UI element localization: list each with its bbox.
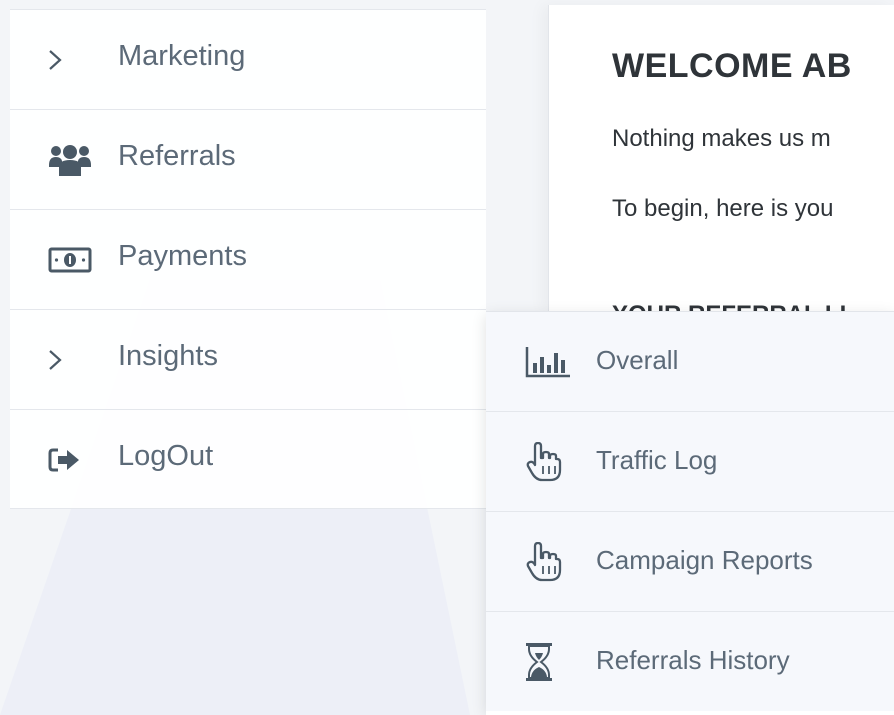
sidebar-item-referrals[interactable]: Referrals	[10, 109, 486, 209]
hourglass-icon	[524, 642, 574, 682]
intro-text-2: To begin, here is you	[612, 195, 834, 222]
sidebar-item-insights[interactable]: Insights	[10, 309, 486, 409]
chevron-right-icon	[48, 44, 92, 76]
chevron-right-icon	[48, 344, 92, 376]
submenu-item-label: Traffic Log	[596, 445, 718, 475]
bar-chart-icon	[524, 342, 574, 382]
referral-link-heading: YOUR REFERRAL LI	[612, 301, 846, 311]
intro-text: Nothing makes us m	[612, 125, 831, 152]
submenu-item-label: Overall	[596, 345, 679, 375]
users-icon	[48, 144, 92, 176]
main-content: WELCOME AB Nothing makes us m To begin, …	[548, 5, 894, 311]
submenu-item-overall[interactable]: Overall	[486, 312, 894, 412]
sign-out-icon	[48, 444, 92, 476]
page-title: WELCOME AB	[612, 47, 852, 85]
sidebar-item-label: LogOut	[118, 440, 214, 472]
pointer-hand-icon	[524, 542, 574, 582]
sidebar-item-label: Referrals	[118, 140, 236, 172]
sidebar: Marketing Referrals Payments Insights Lo…	[10, 9, 486, 510]
submenu-item-label: Campaign Reports	[596, 545, 813, 575]
insights-submenu: Overall Traffic Log Campaign Reports Ref…	[486, 311, 894, 712]
sidebar-item-label: Payments	[118, 240, 247, 272]
divider	[486, 711, 894, 715]
sidebar-item-logout[interactable]: LogOut	[10, 409, 486, 509]
submenu-item-campaign-reports[interactable]: Campaign Reports	[486, 512, 894, 612]
sidebar-item-label: Marketing	[118, 40, 246, 72]
sidebar-item-payments[interactable]: Payments	[10, 209, 486, 309]
submenu-item-label: Referrals History	[596, 645, 790, 675]
sidebar-item-label: Insights	[118, 340, 218, 372]
submenu-item-referrals-history[interactable]: Referrals History	[486, 612, 894, 712]
submenu-item-traffic-log[interactable]: Traffic Log	[486, 412, 894, 512]
money-bill-icon	[48, 244, 92, 276]
pointer-hand-icon	[524, 442, 574, 482]
sidebar-item-marketing[interactable]: Marketing	[10, 9, 486, 109]
